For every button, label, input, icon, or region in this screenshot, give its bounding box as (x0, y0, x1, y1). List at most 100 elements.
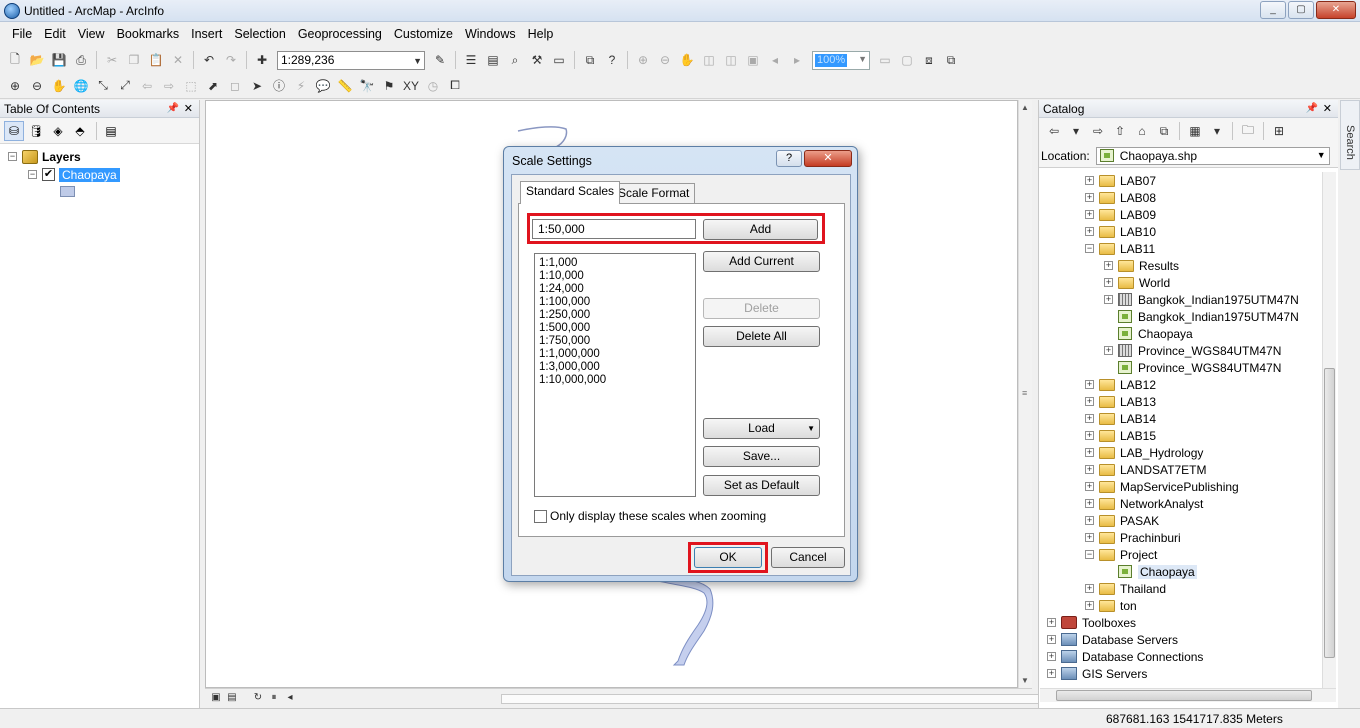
expand-icon[interactable]: + (1085, 499, 1094, 508)
scroll-grip-icon[interactable]: ≡ (1022, 388, 1027, 398)
expand-icon[interactable]: + (1085, 584, 1094, 593)
maximize-button[interactable]: ▢ (1288, 1, 1314, 19)
up-one-level-icon[interactable]: ⇧ (1111, 122, 1129, 140)
layout-fixed-zoom-icon[interactable]: ◫ (700, 51, 718, 69)
scroll-down-icon[interactable]: ▼ (1021, 676, 1029, 685)
expand-icon[interactable]: + (1047, 618, 1056, 627)
layout-full-extent-icon[interactable]: ▣ (744, 51, 762, 69)
catalog-item[interactable]: + NetworkAnalyst (1085, 495, 1203, 512)
expand-icon[interactable]: + (1104, 295, 1113, 304)
time-slider-icon[interactable]: ◷ (424, 77, 442, 95)
expand-icon[interactable]: + (1085, 431, 1094, 440)
expand-icon[interactable]: + (1085, 210, 1094, 219)
find-icon[interactable]: 🔭 (358, 77, 376, 95)
expand-icon[interactable]: + (1085, 227, 1094, 236)
search-window-icon[interactable]: ⌕ (506, 51, 524, 69)
chevron-down-icon[interactable]: ▼ (1317, 150, 1326, 160)
catalog-item[interactable]: Chaopaya (1104, 563, 1197, 580)
map-scale-combo[interactable]: 1:289,236 ▼ (277, 50, 425, 70)
table-of-contents-icon[interactable]: ☰ (462, 51, 480, 69)
chevron-down-icon[interactable]: ▾ (1067, 122, 1085, 140)
delete-button[interactable]: Delete (703, 298, 820, 319)
copy-icon[interactable]: ❐ (125, 51, 143, 69)
expand-icon[interactable]: + (1104, 346, 1113, 355)
catalog-item[interactable]: + Database Servers (1047, 631, 1178, 648)
add-data-icon[interactable]: ✚ (253, 51, 271, 69)
undo-icon[interactable]: ↶ (200, 51, 218, 69)
list-item[interactable]: 1:750,000 (539, 335, 695, 348)
add-current-button[interactable]: Add Current (703, 251, 820, 272)
layout-next-extent-icon[interactable]: ▸ (788, 51, 806, 69)
scroll-thumb[interactable] (1056, 690, 1312, 701)
expand-icon[interactable]: + (1085, 448, 1094, 457)
layout-zoom-in-icon[interactable]: ⊕ (634, 51, 652, 69)
zoom-in-icon[interactable]: ⊕ (6, 77, 24, 95)
list-by-drawing-order-icon[interactable]: ⛁ (4, 120, 24, 141)
layer-symbol-swatch[interactable] (60, 186, 75, 197)
expand-icon[interactable]: + (1085, 380, 1094, 389)
catalog-item[interactable]: + LAB10 (1085, 223, 1156, 240)
options-icon[interactable]: ▤ (101, 121, 121, 141)
list-item[interactable]: 1:3,000,000 (539, 361, 695, 374)
menu-selection[interactable]: Selection (228, 22, 291, 46)
forward-arrow-icon[interactable]: ⇨ (1089, 122, 1107, 140)
pin-icon[interactable]: 📌 (167, 100, 179, 118)
catalog-item[interactable]: + LAB15 (1085, 427, 1156, 444)
add-button[interactable]: Add (703, 219, 818, 240)
change-layout-icon[interactable]: ⧈ (920, 51, 938, 69)
only-display-scales-option[interactable]: Only display these scales when zooming (534, 509, 766, 523)
set-as-default-button[interactable]: Set as Default (703, 475, 820, 496)
layer-visibility-checkbox[interactable]: ✔ (42, 168, 55, 181)
layout-zoom-combo[interactable]: 100% ▼ (812, 50, 870, 70)
tab-standard-scales[interactable]: Standard Scales (520, 181, 621, 204)
toggle-contents-panel-icon[interactable]: ⊞ (1270, 122, 1288, 140)
list-by-source-icon[interactable]: 🛢 (26, 121, 46, 141)
refresh-icon[interactable]: ↻ (251, 691, 265, 705)
catalog-item[interactable]: + GIS Servers (1047, 665, 1147, 682)
layout-zoom-out-icon[interactable]: ⊖ (656, 51, 674, 69)
find-route-icon[interactable]: ⚑ (380, 77, 398, 95)
collapse-icon[interactable]: − (1085, 550, 1094, 559)
redo-icon[interactable]: ↷ (222, 51, 240, 69)
catalog-item[interactable]: Province_WGS84UTM47N (1104, 359, 1281, 376)
data-driven-pages-icon[interactable]: ⧉ (942, 51, 960, 69)
arctoolbox-icon[interactable]: ⚒ (528, 51, 546, 69)
catalog-item[interactable]: + Bangkok_Indian1975UTM47N (1104, 291, 1299, 308)
tab-scale-format[interactable]: Scale Format (612, 183, 696, 204)
catalog-item[interactable]: + Province_WGS84UTM47N (1104, 342, 1281, 359)
list-item[interactable]: 1:500,000 (539, 322, 695, 335)
catalog-horizontal-scrollbar[interactable] (1040, 688, 1336, 702)
collapse-icon[interactable]: − (28, 170, 37, 179)
views-icon[interactable]: ▦ (1186, 122, 1204, 140)
pin-icon[interactable]: 📌 (1306, 100, 1318, 118)
layout-view-icon[interactable]: ▤ (225, 691, 239, 705)
pan-icon[interactable]: ✋ (50, 77, 68, 95)
expand-icon[interactable]: + (1047, 652, 1056, 661)
menu-insert[interactable]: Insert (185, 22, 228, 46)
list-item[interactable]: 1:24,000 (539, 283, 695, 296)
catalog-item[interactable]: + LAB12 (1085, 376, 1156, 393)
close-icon[interactable]: ✕ (184, 100, 193, 118)
expand-icon[interactable]: + (1085, 516, 1094, 525)
hyperlink-icon[interactable]: ⚡ (292, 77, 310, 95)
list-item[interactable]: 1:10,000,000 (539, 374, 695, 387)
delete-icon[interactable]: ✕ (169, 51, 187, 69)
chevron-down-icon[interactable]: ▼ (413, 53, 422, 70)
pause-drawing-icon[interactable]: ⏸ (267, 691, 281, 705)
data-view-icon[interactable]: ▣ (209, 691, 223, 705)
expand-icon[interactable]: + (1085, 193, 1094, 202)
catalog-vertical-scrollbar[interactable] (1322, 172, 1336, 688)
catalog-item[interactable]: Bangkok_Indian1975UTM47N (1104, 308, 1299, 325)
list-by-selection-icon[interactable]: ⬘ (70, 121, 90, 141)
menu-geoprocessing[interactable]: Geoprocessing (292, 22, 388, 46)
catalog-item[interactable]: + LAB14 (1085, 410, 1156, 427)
expand-icon[interactable]: + (1047, 635, 1056, 644)
menu-file[interactable]: File (6, 22, 38, 46)
ok-button[interactable]: OK (694, 547, 762, 568)
connect-folder-icon[interactable]: ⧉ (1155, 122, 1173, 140)
catalog-item[interactable]: + Results (1104, 257, 1179, 274)
modelbuilder-icon[interactable]: ⧉ (581, 51, 599, 69)
expand-icon[interactable]: + (1104, 278, 1113, 287)
home-icon[interactable]: ⌂ (1133, 122, 1151, 140)
layout-fixed-zoom-out-icon[interactable]: ◫ (722, 51, 740, 69)
